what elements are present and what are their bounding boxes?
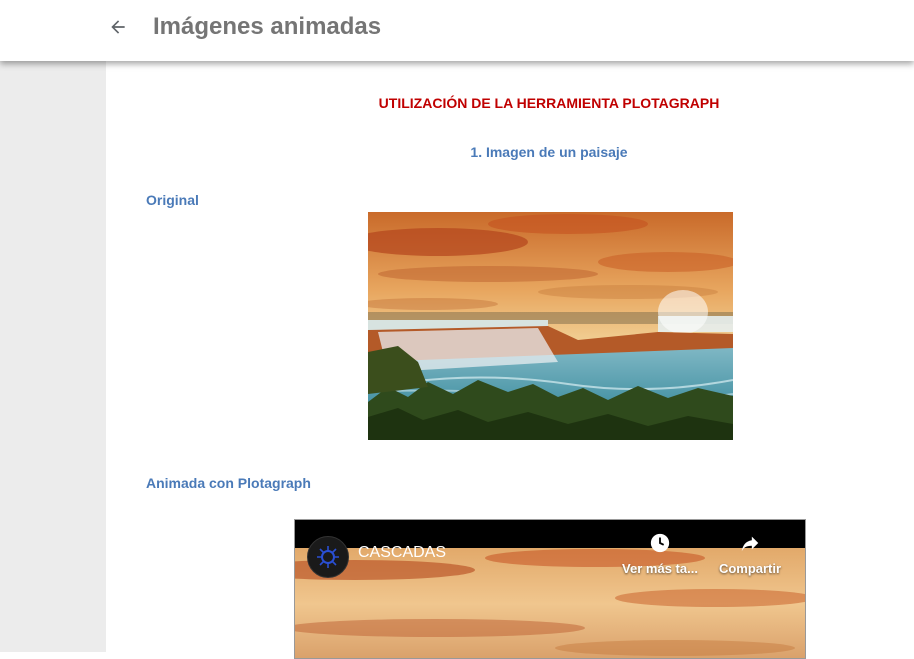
share-button[interactable]: Compartir — [705, 532, 795, 576]
left-sidebar-gutter — [0, 61, 106, 652]
watch-later-label: Ver más ta... — [622, 561, 698, 576]
watch-later-button[interactable]: Ver más ta... — [615, 532, 705, 576]
back-button[interactable] — [103, 12, 133, 42]
scroll-edge-marker — [910, 590, 914, 614]
original-label: Original — [146, 192, 199, 208]
video-embed[interactable]: CASCADAS Ver más ta... Compartir — [294, 519, 806, 659]
channel-logo-icon — [317, 546, 339, 568]
page-title: Imágenes animadas — [153, 13, 382, 40]
video-title[interactable]: CASCADAS — [358, 544, 446, 562]
channel-avatar[interactable] — [307, 536, 349, 578]
share-label: Compartir — [718, 561, 782, 576]
section-heading: UTILIZACIÓN DE LA HERRAMIENTA PLOTAGRAPH — [378, 95, 720, 111]
page-content: UTILIZACIÓN DE LA HERRAMIENTA PLOTAGRAPH… — [106, 61, 914, 659]
app-header: Imágenes animadas — [0, 0, 914, 61]
animated-label: Animada con Plotagraph — [146, 475, 311, 491]
waterfall-landscape-image — [368, 212, 733, 440]
share-arrow-icon — [741, 536, 759, 552]
section-subheading: 1. Imagen de un paisaje — [470, 144, 628, 160]
arrow-back-icon — [111, 20, 125, 34]
clock-icon — [650, 533, 670, 553]
